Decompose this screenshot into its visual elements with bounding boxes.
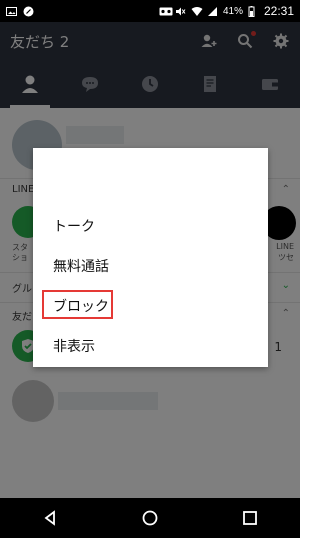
home-button[interactable] (138, 506, 162, 530)
recents-button[interactable] (238, 506, 262, 530)
menu-item-block[interactable]: ブロック (53, 296, 109, 316)
menu-item-free-call[interactable]: 無料通話 (53, 256, 109, 276)
signal-icon (207, 6, 218, 17)
context-menu-dialog: トーク 無料通話 ブロック 非表示 (33, 148, 268, 367)
back-icon (44, 510, 55, 526)
status-bar: 41% 22:31 (0, 0, 300, 22)
clock-time: 22:31 (263, 4, 294, 18)
mute-icon (175, 6, 186, 17)
home-icon (142, 510, 158, 526)
voicemail-icon (159, 6, 173, 17)
image-icon (6, 6, 17, 17)
recents-icon (243, 511, 257, 525)
status-left (6, 6, 34, 17)
line-notification-icon (23, 6, 34, 17)
wifi-icon (191, 6, 203, 17)
battery-percent: 41% (222, 5, 243, 17)
menu-item-talk[interactable]: トーク (53, 216, 95, 236)
system-nav-bar (0, 498, 300, 538)
back-button[interactable] (38, 506, 62, 530)
status-right: 41% 22:31 (159, 4, 294, 18)
battery-icon (248, 5, 259, 17)
menu-item-hide[interactable]: 非表示 (53, 336, 95, 356)
